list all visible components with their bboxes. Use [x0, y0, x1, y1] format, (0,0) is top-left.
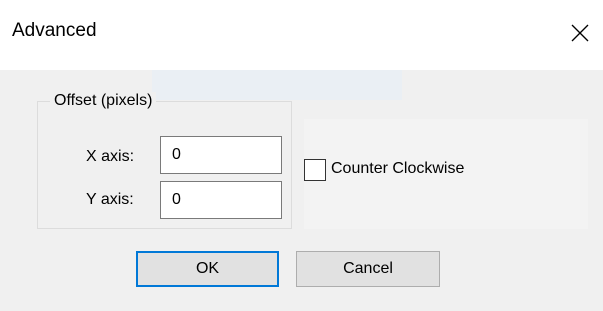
x-axis-label: X axis: [86, 148, 135, 165]
x-axis-input[interactable] [160, 136, 282, 174]
counter-clockwise-checkbox[interactable] [304, 159, 326, 181]
close-button[interactable] [558, 10, 602, 56]
close-icon [571, 24, 589, 42]
title-bar: Advanced [0, 0, 603, 70]
counter-clockwise-label[interactable]: Counter Clockwise [331, 160, 464, 178]
dialog-content: Offset (pixels) X axis: Y axis: Counter … [0, 70, 603, 311]
ok-button[interactable]: OK [136, 251, 279, 287]
y-axis-input[interactable] [160, 181, 282, 219]
background-decoration [152, 70, 402, 100]
offset-group-label: Offset (pixels) [50, 92, 157, 110]
dialog-title: Advanced [12, 20, 97, 41]
cancel-button[interactable]: Cancel [296, 251, 440, 287]
y-axis-label: Y axis: [86, 191, 134, 208]
advanced-dialog: Advanced Offset (pixels) X axis: Y axis:… [0, 0, 603, 311]
